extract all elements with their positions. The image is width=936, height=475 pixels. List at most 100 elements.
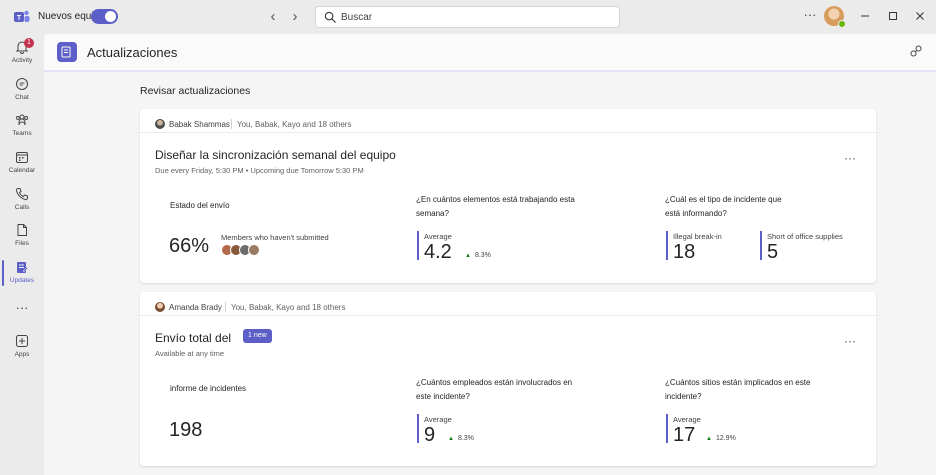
card-subtitle: Available at any time [155, 349, 225, 358]
section-title: Revisar actualizaciones [140, 85, 251, 97]
rail-label: Chat [15, 94, 29, 101]
update-card[interactable]: Babak Shammas You, Babak, Kayo and 18 ot… [140, 109, 876, 283]
card-header: Babak Shammas You, Babak, Kayo and 18 ot… [140, 109, 876, 133]
stat-bar [760, 231, 762, 260]
trend-up-icon: ▲ [465, 253, 471, 259]
rail-label: Calls [14, 204, 30, 211]
rail-item-apps[interactable]: Apps [0, 331, 44, 365]
stat-bar [417, 231, 419, 260]
title-bar: T Nuevos equipos ‹ › ··· [0, 0, 936, 34]
calendar-icon [16, 152, 28, 163]
rail-more-icon[interactable]: ··· [0, 300, 44, 315]
rail-label: Calendar [8, 167, 36, 174]
stat-value: 17 [673, 424, 696, 446]
rail-item-activity[interactable]: 1 Activity [0, 37, 44, 71]
rail-label: Teams [12, 130, 32, 137]
stat-bar [666, 231, 668, 260]
stat-caption: Short of office supplies [767, 232, 843, 241]
question-label: ¿Cuál es el tipo de incidente que está i… [665, 195, 782, 218]
new-badge: 1 new [243, 329, 272, 343]
trend-indicator: ▲ 12.9% [706, 435, 736, 442]
minimize-icon[interactable] [857, 8, 873, 24]
rail-item-teams[interactable]: Teams [0, 110, 44, 144]
trend-value: 12.9% [715, 435, 736, 442]
updates-icon [17, 262, 29, 273]
rail-item-chat[interactable]: Chat [0, 74, 44, 108]
metric-value: 66% [169, 235, 210, 257]
trend-value: 8.3% [457, 435, 474, 442]
activity-badge: 1 [24, 38, 34, 48]
question-label: ¿En cuántos elementos está trabajando es… [416, 195, 575, 218]
stat-caption: Illegal break-in [673, 232, 722, 241]
main-content: Actualizaciones Revisar actualizaciones … [44, 34, 936, 475]
svg-text:T: T [17, 15, 22, 22]
card-title: Diseñar la sincronización semanal del eq… [155, 148, 396, 162]
trend-up-icon: ▲ [448, 436, 454, 442]
stat-caption: Average [673, 415, 701, 424]
close-icon[interactable] [912, 8, 928, 24]
search-input[interactable] [341, 10, 611, 25]
stat-value: 4.2 [424, 241, 452, 263]
update-card[interactable]: Amanda Brady You, Babak, Kayo and 18 oth… [140, 292, 876, 466]
back-arrow-icon[interactable]: ‹ [265, 8, 281, 26]
app-header: Actualizaciones [44, 34, 936, 72]
more-options-icon[interactable]: ··· [801, 7, 819, 22]
divider [231, 119, 232, 129]
profile-avatar[interactable] [824, 6, 846, 28]
card-more-icon[interactable]: ··· [844, 334, 856, 348]
card-more-icon[interactable]: ··· [844, 151, 856, 165]
card-subtitle: Due every Friday, 5:30 PM • Upcoming due… [155, 166, 364, 175]
page-title: Actualizaciones [87, 45, 178, 60]
rail-label: Files [15, 240, 29, 247]
audience-text: You, Babak, Kayo and 18 others [231, 303, 346, 312]
chat-icon [16, 78, 28, 90]
stat-value: 9 [424, 424, 436, 446]
presence-available-icon [838, 20, 846, 28]
trend-indicator: ▲ 8.3% [448, 435, 474, 442]
avatar [248, 244, 260, 256]
avatar [155, 119, 165, 129]
rail-label: Activity [11, 57, 33, 64]
trend-value: 8.3% [474, 252, 491, 259]
add-apps-icon [16, 335, 28, 347]
rail-item-calls[interactable]: Calls [0, 184, 44, 218]
stat-bar [666, 414, 668, 443]
forward-arrow-icon[interactable]: › [287, 8, 303, 26]
question-label: ¿Cuántos sitios están implicados en este… [665, 378, 811, 401]
search-icon [324, 11, 337, 24]
rail-label: Apps [14, 351, 30, 358]
toggle-knob [105, 11, 116, 22]
trend-indicator: ▲ 8.3% [465, 252, 491, 259]
metric-value: 198 [169, 419, 203, 441]
owner-name: Babak Shammas [169, 120, 230, 129]
new-teams-toggle[interactable] [91, 9, 118, 24]
stat-caption: Average [424, 415, 452, 424]
rail-item-calendar[interactable]: Calendar [0, 147, 44, 181]
rail-item-updates[interactable]: Updates [0, 257, 44, 291]
rail-label: Updates [9, 277, 35, 284]
card-title: Envío total del [155, 331, 232, 345]
search-box[interactable] [315, 6, 620, 28]
teams-icon [15, 114, 29, 126]
avatar [155, 302, 165, 312]
owner-name: Amanda Brady [169, 303, 222, 312]
link-icon[interactable] [909, 44, 923, 58]
divider [225, 302, 226, 312]
metric-label: Estado del envío [170, 201, 230, 210]
stat-value: 18 [673, 241, 696, 263]
stat-bar [417, 414, 419, 443]
rail-item-files[interactable]: Files [0, 220, 44, 254]
file-icon [17, 224, 27, 236]
updates-app-icon [57, 42, 77, 62]
stat-value: 5 [767, 241, 779, 263]
metric-label: informe de incidentes [170, 384, 247, 393]
card-header: Amanda Brady You, Babak, Kayo and 18 oth… [140, 292, 876, 316]
phone-icon [15, 188, 28, 201]
teams-logo-icon: T [14, 10, 30, 22]
question-label: ¿Cuántos empleados están involucrados en… [416, 378, 573, 401]
trend-up-icon: ▲ [706, 436, 712, 442]
app-rail: 1 Activity Chat Teams Calendar Calls Fil… [0, 34, 44, 475]
stat-caption: Average [424, 232, 452, 241]
audience-text: You, Babak, Kayo and 18 others [237, 120, 352, 129]
maximize-icon[interactable] [885, 8, 901, 24]
